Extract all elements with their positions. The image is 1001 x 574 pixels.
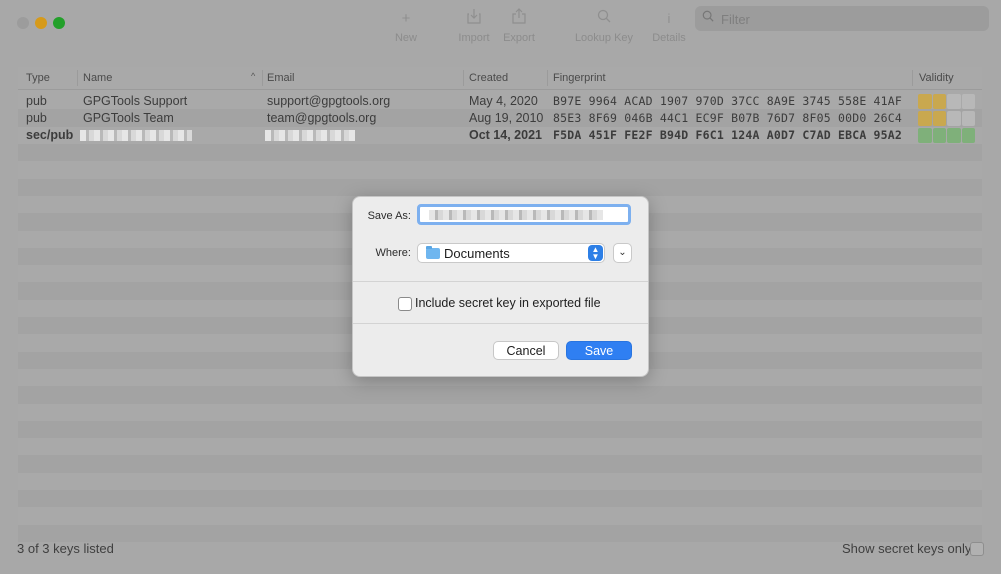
save-as-label: Save As: — [367, 210, 411, 222]
validity-segment — [947, 111, 961, 126]
export-save-dialog: Save As: Where: Documents ▲ ▼ ⌄ Include s… — [352, 196, 649, 377]
lookup-key-label: Lookup Key — [574, 32, 634, 44]
validity-segment — [961, 111, 975, 126]
new-label: New — [394, 32, 417, 44]
column-header-created[interactable]: Created — [469, 72, 508, 84]
redacted-name — [80, 130, 192, 141]
key-created: Oct 14, 2021 — [469, 128, 542, 142]
plus-icon: + — [401, 10, 411, 27]
column-header-email[interactable]: Email — [267, 72, 295, 84]
filter-search-field[interactable] — [695, 6, 989, 31]
details-label: Details — [652, 32, 686, 44]
folder-icon — [426, 246, 440, 259]
column-header-fingerprint[interactable]: Fingerprint — [553, 72, 606, 84]
redacted-filename — [429, 210, 603, 220]
show-secret-keys-checkbox[interactable] — [970, 542, 984, 556]
where-label: Where: — [375, 247, 411, 259]
include-secret-key-label: Include secret key in exported file — [415, 296, 601, 310]
validity-segment — [932, 94, 946, 109]
export-icon — [489, 8, 549, 30]
validity-segment — [918, 128, 932, 143]
key-type: pub — [26, 94, 47, 108]
key-email: support@gpgtools.org — [267, 94, 391, 108]
zoom-window-button[interactable] — [53, 17, 65, 29]
validity-segment — [932, 128, 946, 143]
keys-count-status: 3 of 3 keys listed — [17, 541, 114, 556]
key-created: May 4, 2020 — [469, 94, 538, 108]
search-icon — [574, 8, 634, 30]
key-name: GPGTools Support — [83, 94, 188, 108]
key-email: team@gpgtools.org — [267, 111, 377, 125]
table-row[interactable]: pub GPGTools Team team@gpgtools.org Aug … — [18, 110, 982, 127]
validity-indicator — [918, 111, 975, 126]
details-button[interactable]: i Details — [639, 8, 699, 44]
key-type: sec/pub — [26, 128, 74, 142]
sort-ascending-icon: ^ — [251, 71, 256, 81]
key-type: pub — [26, 111, 47, 125]
divider — [353, 281, 648, 282]
search-icon — [702, 10, 714, 25]
info-icon: i — [667, 11, 671, 26]
table-header: Type Name ^ Email Created Fingerprint Va… — [18, 67, 982, 90]
validity-segment — [947, 128, 961, 143]
key-fingerprint: F5DA 451F FE2F B94D F6C1 124A A0D7 C7AD … — [553, 128, 903, 142]
cancel-button[interactable]: Cancel — [493, 341, 559, 360]
column-header-validity[interactable]: Validity — [919, 72, 954, 84]
validity-indicator — [918, 94, 975, 109]
include-secret-key-checkbox[interactable] — [398, 297, 412, 311]
validity-segment — [932, 111, 946, 126]
gpg-keychain-window: + New Import Export Lookup Key i Details… — [0, 0, 1001, 574]
save-as-input[interactable] — [417, 204, 631, 225]
table-row[interactable]: pub GPGTools Support support@gpgtools.or… — [18, 93, 982, 110]
validity-segment — [947, 94, 961, 109]
export-label: Export — [503, 32, 535, 44]
popup-arrows-icon: ▲ ▼ — [588, 245, 603, 261]
validity-segment — [918, 94, 932, 109]
validity-segment — [961, 128, 975, 143]
key-name: GPGTools Team — [83, 111, 174, 125]
export-button[interactable]: Export — [489, 8, 549, 44]
validity-segment — [918, 111, 932, 126]
show-secret-keys-label: Show secret keys only — [842, 541, 972, 556]
column-header-name[interactable]: Name — [83, 72, 112, 84]
filter-input[interactable] — [719, 8, 983, 30]
where-popup-button[interactable]: Documents ▲ ▼ — [417, 243, 605, 263]
redacted-email — [265, 130, 355, 141]
minimize-window-button[interactable] — [35, 17, 47, 29]
key-created: Aug 19, 2010 — [469, 111, 544, 125]
validity-segment — [961, 94, 975, 109]
table-row[interactable]: sec/pub Oct 14, 2021 F5DA 451F FE2F B94D… — [18, 127, 982, 144]
divider — [353, 323, 648, 324]
key-fingerprint: 85E3 8F69 046B 44C1 EC9F B07B 76D7 8F05 … — [553, 111, 903, 125]
key-fingerprint: B97E 9964 ACAD 1907 970D 37CC 8A9E 3745 … — [553, 94, 903, 108]
save-button[interactable]: Save — [566, 341, 632, 360]
close-window-button[interactable] — [17, 17, 29, 29]
validity-indicator — [918, 128, 975, 143]
lookup-key-button[interactable]: Lookup Key — [574, 8, 634, 44]
column-header-type[interactable]: Type — [26, 72, 50, 84]
where-value: Documents — [444, 246, 510, 261]
new-key-button[interactable]: + New — [376, 8, 436, 44]
expand-dialog-button[interactable]: ⌄ — [613, 243, 632, 263]
